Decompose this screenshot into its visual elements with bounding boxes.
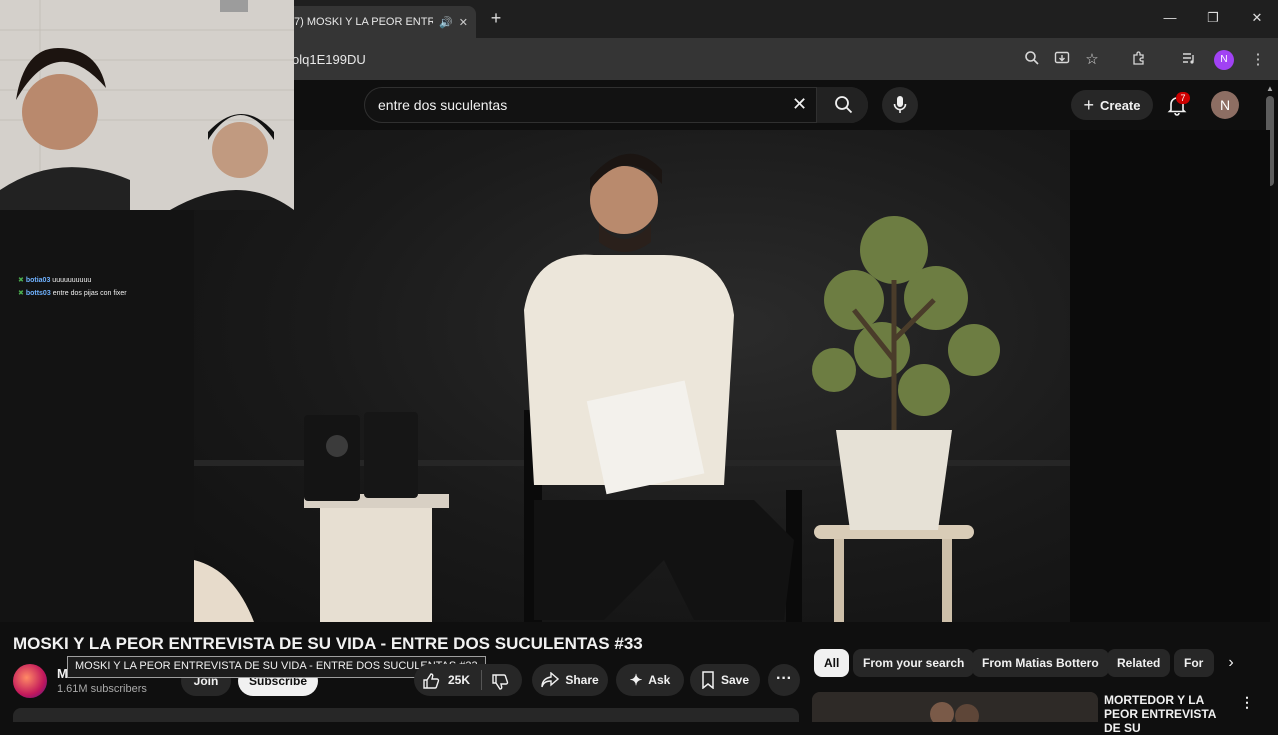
chat-badge-icon: ✖	[18, 290, 24, 297]
voice-search-button[interactable]	[882, 87, 918, 123]
browser-tab[interactable]: 7) MOSKI Y LA PEOR ENTR 🔊 ✕	[286, 6, 476, 38]
chat-message: ✖ botia03 uuuuuuuuuu	[18, 274, 127, 287]
video-title: MOSKI Y LA PEOR ENTREVISTA DE SU VIDA - …	[13, 634, 643, 653]
chat-badge-icon: ✖	[18, 277, 24, 284]
ask-label: Ask	[648, 673, 671, 687]
sparkle-icon: ✦	[629, 672, 643, 689]
chat-text: entre dos pijas con fixer	[52, 290, 127, 297]
subscriber-count: 1.61M subscribers	[57, 683, 147, 695]
restore-icon[interactable]: ❐	[1203, 10, 1223, 28]
related-menu-icon[interactable]: ⋮	[1240, 694, 1254, 711]
close-window-icon[interactable]: ✕	[1247, 10, 1267, 28]
related-thumbnail-image	[812, 692, 1098, 722]
chat-username: botts03	[25, 290, 51, 297]
zoom-icon[interactable]	[1022, 50, 1042, 70]
related-video-thumbnail[interactable]	[812, 692, 1098, 722]
notifications-count-badge: 7	[1176, 92, 1190, 104]
share-label: Share	[565, 673, 599, 687]
bookmark-star-icon[interactable]: ☆	[1082, 50, 1102, 70]
share-button[interactable]: Share	[532, 664, 608, 696]
clear-search-icon[interactable]: ✕	[792, 94, 807, 115]
browser-profile-avatar[interactable]: N	[1214, 50, 1234, 70]
chat-message: ✖ botts03 entre dos pijas con fixer	[18, 287, 127, 300]
close-tab-icon[interactable]: ✕	[459, 16, 468, 29]
create-label: Create	[1100, 97, 1141, 113]
webcam-image	[0, 0, 294, 210]
dislike-button[interactable]	[491, 673, 509, 696]
chat-text: uuuuuuuuuu	[52, 277, 92, 284]
search-query-text[interactable]: entre dos suculentas	[378, 97, 507, 113]
scroll-up-arrow-icon[interactable]: ▲	[1266, 84, 1274, 93]
save-button[interactable]: Save	[690, 664, 760, 696]
install-app-icon[interactable]	[1052, 50, 1072, 70]
channel-avatar[interactable]	[13, 664, 47, 698]
video-letterbox	[1070, 130, 1270, 622]
account-avatar[interactable]: N	[1211, 91, 1239, 119]
related-video-title[interactable]: MORTEDOR Y LA PEOR ENTREVISTA DE SU	[1104, 693, 1234, 735]
chip-from-your-search[interactable]: From your search	[853, 649, 975, 677]
plus-icon: +	[1083, 94, 1095, 115]
chevron-right-icon[interactable]: ›	[1220, 652, 1242, 674]
create-button[interactable]: + Create	[1071, 90, 1153, 120]
chip-from-channel[interactable]: From Matias Bottero	[972, 649, 1109, 677]
like-divider	[481, 670, 482, 690]
chip-all[interactable]: All	[814, 649, 850, 677]
microphone-icon	[893, 96, 907, 113]
like-button[interactable]	[422, 672, 440, 695]
thumbs-down-icon	[492, 674, 509, 690]
address-bar[interactable]	[280, 44, 1270, 74]
search-icon	[835, 96, 853, 114]
stream-overlay-panel	[0, 210, 194, 622]
url-text[interactable]: olq1E199DU	[292, 52, 366, 67]
tab-title: 7) MOSKI Y LA PEOR ENTR	[294, 16, 434, 28]
media-queue-icon[interactable]	[1179, 50, 1199, 70]
webcam-overlay	[0, 0, 294, 210]
chip-for-you[interactable]: For	[1174, 649, 1214, 677]
thumbs-up-icon	[423, 673, 440, 689]
ask-button[interactable]: ✦ Ask	[616, 664, 684, 696]
extensions-icon[interactable]	[1129, 50, 1149, 70]
search-button[interactable]	[816, 87, 868, 123]
stream-chat: ✖ botia03 uuuuuuuuuu ✖ botts03 entre dos…	[18, 274, 127, 300]
more-actions-icon[interactable]: ···	[768, 664, 800, 696]
minimize-icon[interactable]: —	[1160, 10, 1180, 28]
browser-menu-icon[interactable]: ⋮	[1248, 50, 1268, 70]
new-tab-button[interactable]: +	[486, 8, 506, 28]
speaker-icon[interactable]: 🔊	[439, 16, 453, 29]
like-count: 25K	[448, 673, 471, 687]
save-label: Save	[720, 673, 750, 687]
bookmark-icon	[702, 671, 714, 689]
chip-related[interactable]: Related	[1107, 649, 1171, 677]
chat-username: botia03	[25, 277, 51, 284]
share-arrow-icon	[541, 672, 560, 688]
